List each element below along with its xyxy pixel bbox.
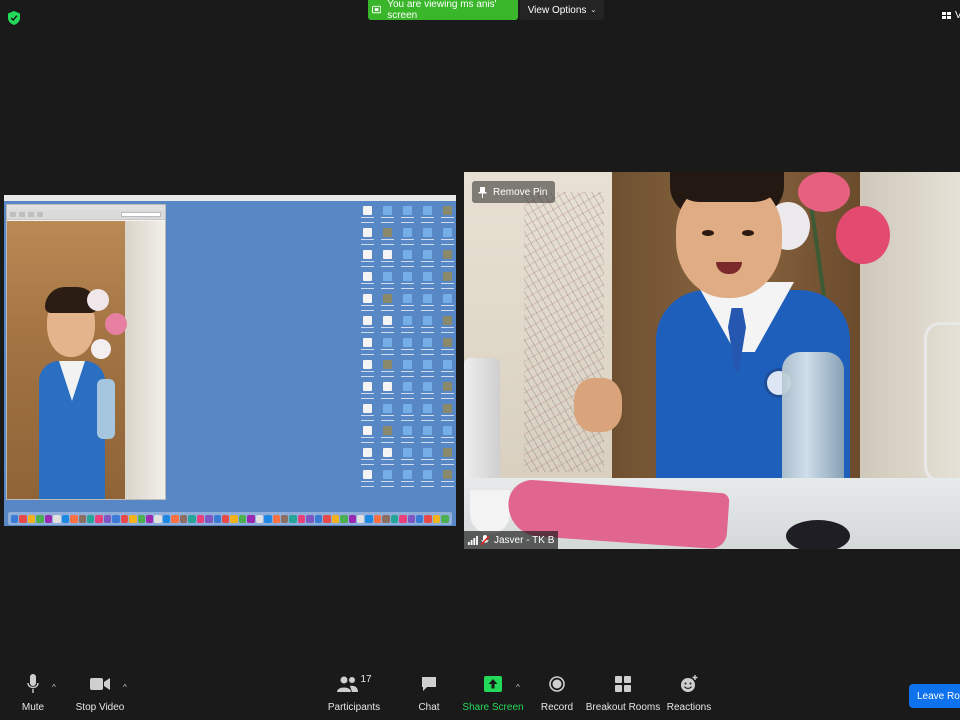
participants-icon [337, 676, 359, 692]
pin-icon [478, 186, 487, 198]
shared-desktop-icons [358, 204, 456, 500]
share-screen-button[interactable]: Share Screen [462, 670, 524, 720]
record-icon [549, 676, 565, 692]
encryption-shield-icon[interactable] [8, 11, 20, 25]
stop-video-label: Stop Video [75, 702, 125, 713]
share-options-caret-icon[interactable]: ^ [516, 683, 520, 692]
shared-preview-toolbar [7, 210, 165, 220]
participants-label: Participants [327, 702, 381, 713]
chat-label: Chat [418, 702, 440, 713]
breakout-rooms-label: Breakout Rooms [585, 702, 661, 713]
screen-share-indicator-icon [372, 5, 382, 14]
mute-button[interactable]: Mute [18, 670, 48, 720]
zoom-window: You are viewing ms anis' screen View Opt… [0, 0, 960, 720]
connection-signal-icon [468, 535, 478, 545]
shared-screen-view[interactable] [4, 195, 456, 526]
remove-pin-label: Remove Pin [493, 186, 548, 198]
view-options-label: View Options [527, 4, 587, 16]
share-screen-label: Share Screen [462, 702, 524, 713]
participants-button[interactable]: 17 Participants [328, 670, 380, 720]
participant-name-tag: Jasver - TK B [464, 531, 559, 549]
audio-options-caret-icon[interactable]: ^ [52, 683, 56, 692]
participant-video[interactable] [464, 172, 960, 549]
shared-mac-dock [8, 512, 452, 525]
shared-student-photo [7, 221, 165, 499]
muted-mic-icon [481, 534, 489, 546]
view-options-button[interactable]: View Options ⌄ [520, 0, 604, 20]
participant-name: Jasver - TK B [494, 534, 555, 546]
record-label: Record [540, 702, 574, 713]
mute-label: Mute [21, 702, 45, 713]
gallery-grid-icon [942, 11, 951, 19]
viewing-screen-banner: You are viewing ms anis' screen [368, 0, 518, 21]
video-options-caret-icon[interactable]: ^ [123, 683, 127, 692]
meeting-controls-toolbar: Mute ^ Stop Video ^ 17 Participants Chat… [0, 670, 960, 720]
gallery-view-label: V [955, 10, 960, 21]
gallery-view-button[interactable]: V [942, 10, 960, 21]
leave-room-label: Leave Room [917, 690, 960, 702]
shared-mac-menubar [4, 195, 456, 201]
chat-bubble-icon [422, 677, 436, 691]
shared-preview-window [6, 204, 166, 500]
record-button[interactable]: Record [540, 670, 574, 720]
breakout-rooms-button[interactable]: Breakout Rooms [586, 670, 660, 720]
microphone-icon [27, 674, 39, 693]
video-camera-icon [90, 678, 110, 690]
stop-video-button[interactable]: Stop Video [75, 670, 125, 720]
chat-button[interactable]: Chat [414, 670, 444, 720]
breakout-rooms-icon [615, 676, 631, 692]
viewing-screen-text: You are viewing ms anis' screen [387, 0, 497, 21]
share-screen-icon [484, 676, 502, 692]
leave-room-button[interactable]: Leave Room [909, 684, 960, 708]
reactions-label: Reactions [666, 702, 712, 713]
chevron-down-icon: ⌄ [590, 7, 597, 14]
reactions-smiley-icon [681, 675, 698, 692]
participants-count: 17 [360, 673, 372, 685]
remove-pin-button[interactable]: Remove Pin [472, 181, 556, 203]
reactions-button[interactable]: Reactions [666, 670, 712, 720]
